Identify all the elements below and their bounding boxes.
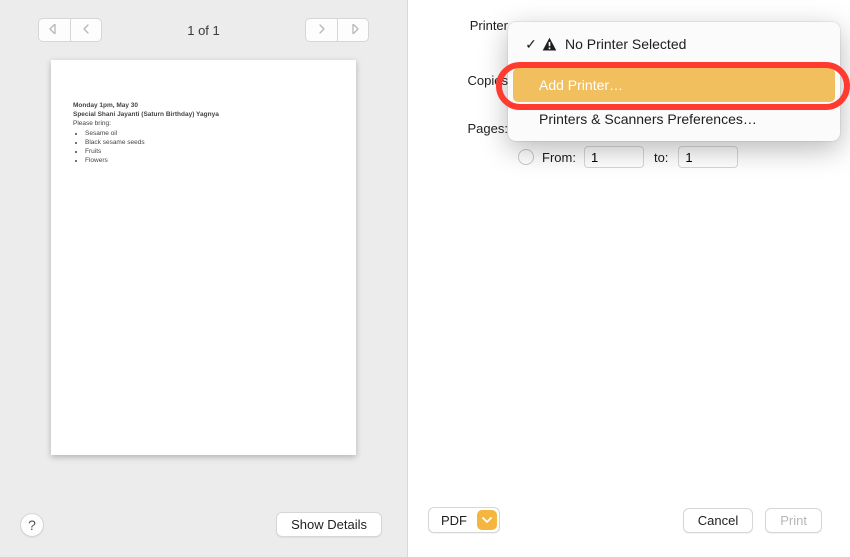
- printers-prefs-option[interactable]: Printers & Scanners Preferences…: [513, 102, 835, 136]
- preview-area: Monday 1pm, May 30 Special Shani Jayanti…: [0, 52, 407, 502]
- copies-label: Copies: [428, 73, 508, 88]
- check-icon: ✓: [523, 36, 539, 53]
- chevron-left-icon: [82, 23, 90, 37]
- page-indicator: 1 of 1: [187, 23, 220, 38]
- nav-forward-group: [305, 18, 369, 42]
- warning-icon: [539, 36, 559, 53]
- prev-page-button[interactable]: [70, 18, 102, 42]
- print-button[interactable]: Print: [765, 508, 822, 533]
- pdf-label: PDF: [429, 509, 475, 532]
- printer-option-none[interactable]: ✓ No Printer Selected: [513, 27, 835, 61]
- show-details-button[interactable]: Show Details: [276, 512, 382, 537]
- preview-panel: 1 of 1 Monday 1pm, May 30 Special Shani …: [0, 0, 408, 557]
- doc-list-item: Black sesame seeds: [85, 139, 334, 148]
- next-page-button[interactable]: [305, 18, 337, 42]
- printer-dropdown-menu: ✓ No Printer Selected Add Printer… Print…: [508, 22, 840, 141]
- pages-range-row: From: to:: [428, 146, 822, 168]
- page-nav: 1 of 1: [0, 0, 407, 52]
- pages-label: Pages:: [428, 121, 508, 136]
- help-icon: ?: [28, 517, 36, 533]
- doc-list-item: Sesame oil: [85, 130, 334, 139]
- doc-list-item: Flowers: [85, 157, 334, 166]
- nav-back-group: [38, 18, 102, 42]
- doc-list-item: Fruits: [85, 148, 334, 157]
- printer-option-none-label: No Printer Selected: [565, 36, 686, 52]
- pages-from-label: From:: [542, 150, 576, 165]
- cancel-button[interactable]: Cancel: [683, 508, 753, 533]
- pages-from-input[interactable]: [584, 146, 644, 168]
- pages-range-radio[interactable]: [518, 149, 534, 165]
- printers-prefs-label: Printers & Scanners Preferences…: [539, 111, 757, 127]
- right-footer: PDF Cancel Print: [428, 507, 822, 539]
- doc-line-2: Special Shani Jayanti (Saturn Birthday) …: [73, 111, 334, 120]
- add-printer-label: Add Printer…: [539, 77, 623, 93]
- left-footer: ? Show Details: [0, 502, 407, 557]
- document-preview: Monday 1pm, May 30 Special Shani Jayanti…: [51, 60, 356, 455]
- add-printer-option[interactable]: Add Printer…: [513, 68, 835, 102]
- action-buttons: Cancel Print: [683, 508, 822, 533]
- pdf-dropdown-button[interactable]: PDF: [428, 507, 500, 533]
- chevrons-right-icon: [347, 23, 359, 37]
- chevron-down-icon: [477, 510, 497, 530]
- doc-line-1: Monday 1pm, May 30: [73, 102, 334, 111]
- doc-bring-label: Please bring:: [73, 120, 334, 129]
- last-page-button[interactable]: [337, 18, 369, 42]
- doc-bring-list: Sesame oil Black sesame seeds Fruits Flo…: [73, 130, 334, 165]
- pages-to-label: to:: [654, 150, 668, 165]
- printer-label: Printer: [428, 18, 508, 33]
- first-page-button[interactable]: [38, 18, 70, 42]
- pages-to-input[interactable]: [678, 146, 738, 168]
- chevron-right-icon: [318, 23, 326, 37]
- chevrons-left-icon: [49, 23, 61, 37]
- menu-separator: [519, 64, 829, 65]
- help-button[interactable]: ?: [20, 513, 44, 537]
